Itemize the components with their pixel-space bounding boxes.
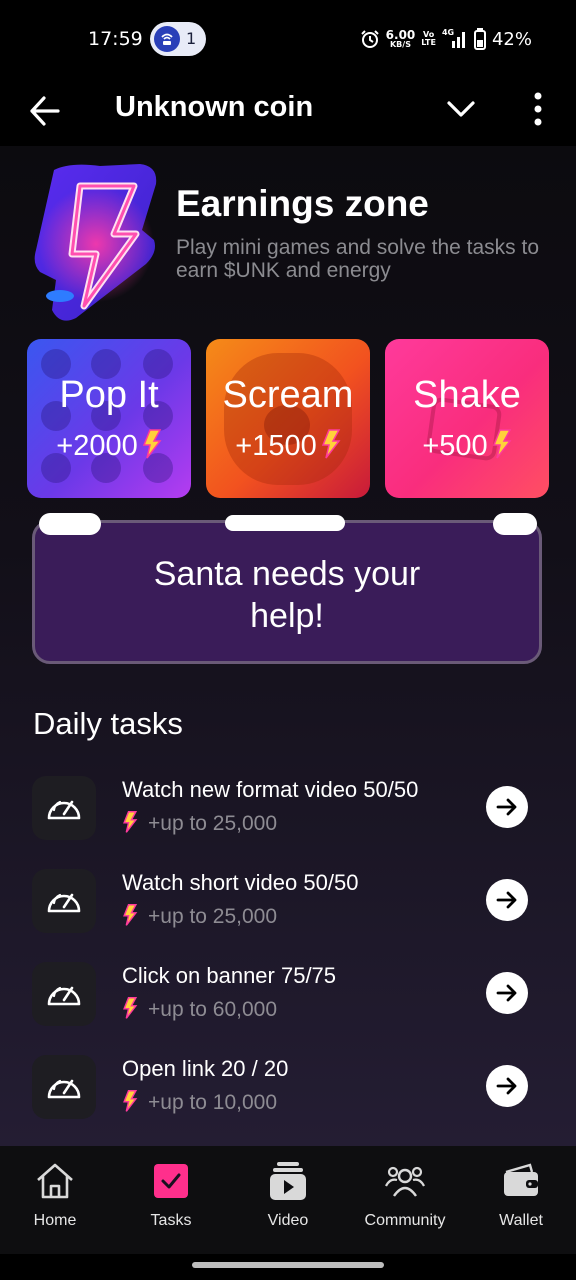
more-button[interactable] (526, 86, 550, 130)
game-reward: +500 (385, 429, 549, 463)
home-icon (37, 1163, 73, 1199)
speedometer-icon (32, 962, 96, 1026)
status-time: 17:59 (88, 28, 143, 50)
task-title: Click on banner 75/75 (122, 963, 337, 988)
nav-item-wallet[interactable]: Wallet (466, 1160, 576, 1240)
system-gesture-bar (0, 1254, 576, 1280)
energy-bolt-icon (123, 1090, 138, 1112)
task-go-button[interactable] (486, 1065, 528, 1107)
hotspot-notification-pill[interactable]: 1 (150, 22, 206, 56)
status-indicators: 6.00 KB/S Vo LTE 4G 42% (360, 28, 532, 50)
bottom-nav: Home Tasks Video Community Wallet (0, 1146, 576, 1254)
page-title: Unknown coin (115, 91, 314, 123)
community-icon (385, 1166, 425, 1197)
task-title: Watch new format video 50/50 (122, 777, 419, 802)
game-title: Shake (413, 374, 521, 416)
energy-bolt-icon (492, 429, 512, 459)
task-go-button[interactable] (486, 972, 528, 1014)
nav-label: Home (33, 1212, 77, 1229)
expand-button[interactable] (444, 92, 478, 126)
arrow-right-icon (496, 798, 517, 816)
energy-bolt-icon (123, 904, 138, 926)
speedometer-icon (32, 1055, 96, 1119)
neon-lightning-icon (30, 160, 164, 326)
game-title: Scream (222, 374, 354, 416)
wallet-icon (504, 1163, 538, 1196)
game-reward-value: +2000 (56, 430, 138, 462)
chevron-down-icon (447, 101, 475, 117)
daily-tasks-heading: Daily tasks (33, 706, 183, 741)
nav-label: Community (364, 1212, 446, 1229)
game-reward: +1500 (206, 429, 370, 463)
task-go-button[interactable] (486, 786, 528, 828)
energy-bolt-icon (142, 429, 162, 459)
game-card-shake[interactable]: Shake +500 (385, 339, 549, 498)
task-reward-value: +up to 60,000 (148, 998, 278, 1021)
task-row[interactable]: Open link 20 / 20 +up to 10,000 (32, 1055, 542, 1119)
task-title: Watch short video 50/50 (122, 870, 359, 895)
hotspot-icon (154, 26, 180, 52)
signal-indicator: 4G (442, 29, 468, 49)
snow-decoration (39, 513, 101, 535)
speedometer-icon (32, 776, 96, 840)
back-button[interactable] (28, 88, 62, 134)
battery-icon (473, 28, 486, 50)
energy-bolt-icon (123, 997, 138, 1019)
app-header: Unknown coin (0, 78, 576, 146)
santa-banner[interactable]: Santa needs your help! (32, 513, 542, 664)
task-go-button[interactable] (486, 879, 528, 921)
arrow-right-icon (496, 984, 517, 1002)
net-speed: 6.00 KB/S (385, 28, 416, 49)
nav-item-video[interactable]: Video (233, 1160, 343, 1240)
arrow-right-icon (496, 1077, 517, 1095)
alarm-icon (360, 30, 379, 48)
game-reward-value: +500 (422, 430, 488, 462)
snow-decoration (493, 513, 537, 535)
energy-bolt-icon (321, 429, 341, 459)
arrow-right-icon (496, 891, 517, 909)
more-vertical-icon (534, 92, 542, 126)
nav-label: Tasks (150, 1212, 192, 1229)
battery-level: 42% (491, 28, 532, 50)
game-card-pop-it[interactable]: Pop It +2000 (27, 339, 191, 498)
signal-icon (451, 32, 465, 48)
main-content: Earnings zone Play mini games and solve … (0, 146, 576, 1146)
notification-count: 1 (186, 29, 197, 48)
nav-item-community[interactable]: Community (350, 1160, 460, 1240)
task-reward: +up to 10,000 (122, 1090, 277, 1116)
home-indicator[interactable] (192, 1262, 384, 1268)
task-title: Open link 20 / 20 (122, 1056, 289, 1081)
snow-decoration (225, 515, 345, 531)
game-cards: Pop It +2000 Scream +1500 Shake +500 (27, 339, 549, 499)
task-row[interactable]: Watch short video 50/50 +up to 25,000 (32, 869, 542, 933)
game-reward-value: +1500 (235, 430, 317, 462)
task-reward: +up to 60,000 (122, 997, 277, 1023)
game-reward: +2000 (27, 429, 191, 463)
nav-item-home[interactable]: Home (0, 1160, 110, 1240)
volte-indicator: Vo LTE (421, 30, 436, 47)
speedometer-icon (32, 869, 96, 933)
task-reward-value: +up to 10,000 (148, 1091, 278, 1114)
game-title: Pop It (59, 374, 159, 416)
task-reward-value: +up to 25,000 (148, 905, 278, 928)
task-reward-value: +up to 25,000 (148, 812, 278, 835)
task-reward: +up to 25,000 (122, 811, 277, 837)
video-icon (270, 1162, 306, 1200)
game-card-scream[interactable]: Scream +1500 (206, 339, 370, 498)
task-row[interactable]: Watch new format video 50/50 +up to 25,0… (32, 776, 542, 840)
nav-label: Wallet (499, 1212, 543, 1229)
task-row[interactable]: Click on banner 75/75 +up to 60,000 (32, 962, 542, 1026)
tasks-icon (154, 1164, 188, 1198)
status-bar: 17:59 1 6.00 KB/S Vo LTE 4G 42% (0, 0, 576, 78)
nav-item-tasks[interactable]: Tasks (116, 1160, 226, 1240)
energy-bolt-icon (123, 811, 138, 833)
arrow-left-icon (30, 96, 60, 126)
task-reward: +up to 25,000 (122, 904, 277, 930)
santa-banner-text: Santa needs your help! (153, 555, 421, 635)
nav-label: Video (267, 1212, 309, 1229)
hero-title: Earnings zone (176, 183, 429, 224)
hero-subtitle: Play mini games and solve the tasks to e… (176, 236, 540, 282)
